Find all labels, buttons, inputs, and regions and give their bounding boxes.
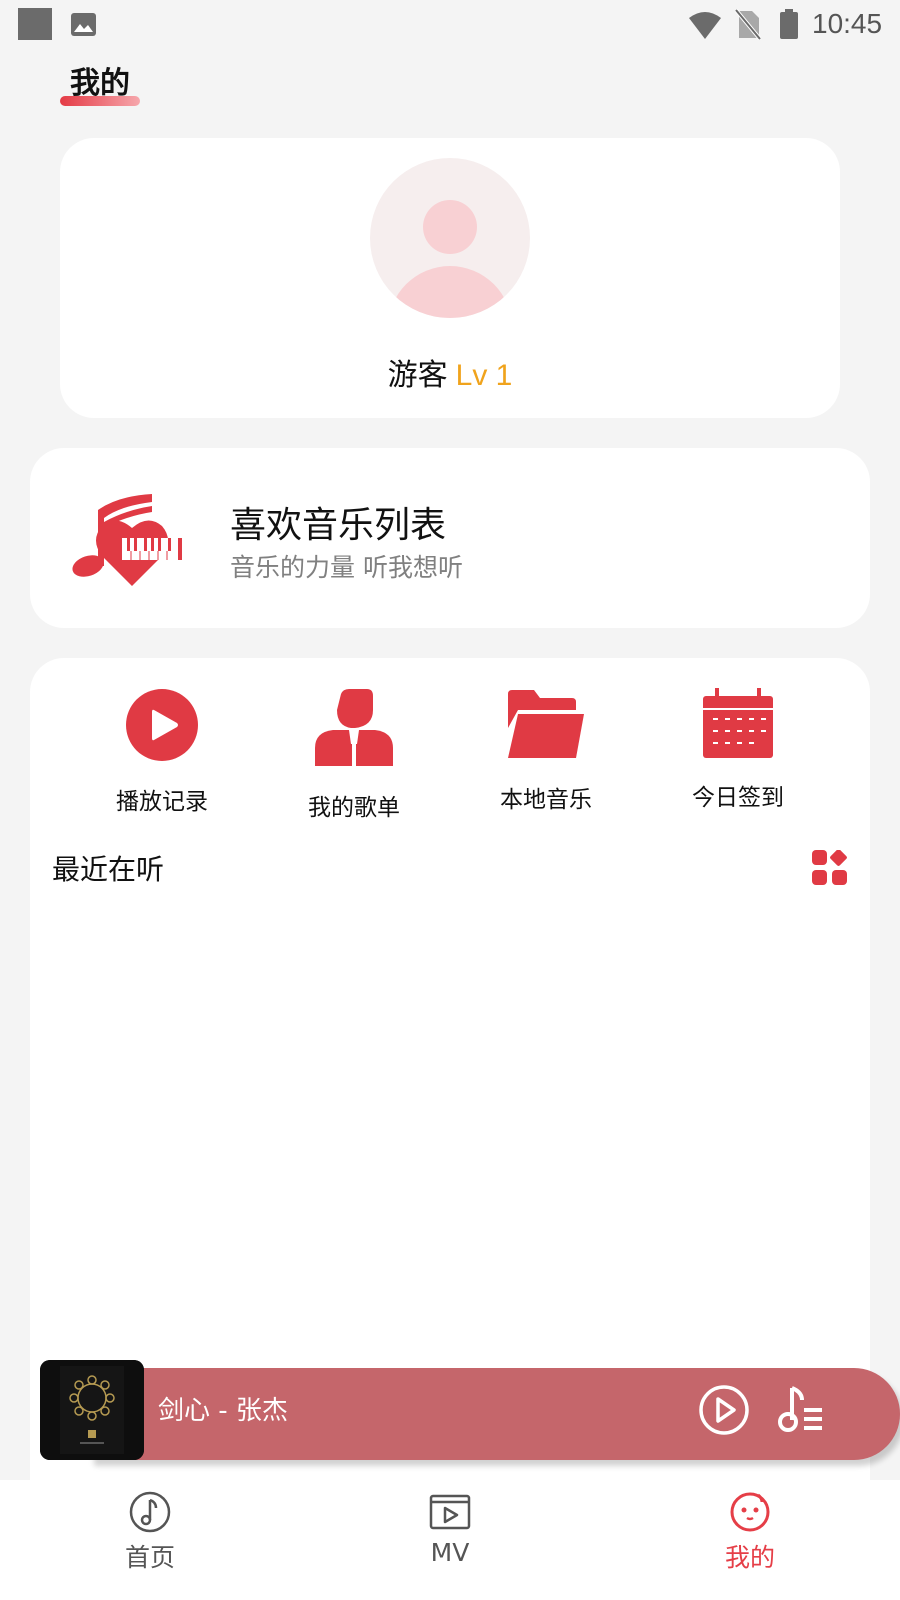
nav-label: 我的 (724, 1543, 775, 1572)
profile-card[interactable]: 游客 Lv 1 (60, 138, 840, 418)
battery-icon (780, 9, 798, 39)
play-circle-icon (126, 689, 198, 761)
play-button-icon[interactable] (698, 1384, 750, 1436)
mini-player[interactable]: 剑心 - 张杰 (40, 1360, 900, 1460)
grid-apps-icon[interactable] (812, 850, 848, 886)
nav-mine[interactable]: 我的 (670, 1490, 830, 1574)
status-time: 10:45 (812, 8, 883, 39)
nav-mv[interactable]: MV (370, 1490, 530, 1567)
song-title[interactable]: 剑心 - 张杰 (158, 1390, 288, 1427)
user-level: Lv 1 (455, 359, 513, 392)
favorites-card[interactable]: 喜欢音乐列表 音乐的力量 听我想听 (30, 448, 870, 628)
favorites-subtitle: 音乐的力量 听我想听 (230, 553, 463, 582)
my-playlists-button[interactable]: 我的歌单 (274, 688, 434, 822)
smiley-face-icon (730, 1492, 770, 1532)
recent-title: 最近在听 (52, 853, 165, 886)
user-playlist-icon (315, 689, 393, 766)
quick-label: 我的歌单 (308, 795, 400, 821)
avatar-head-shape (423, 200, 477, 254)
playlist-queue-icon[interactable] (778, 1384, 824, 1434)
album-cover[interactable] (40, 1360, 144, 1460)
nav-label: 首页 (124, 1543, 175, 1572)
heart-piano-icon (72, 494, 182, 586)
bottom-nav: 首页 MV 我的 (0, 1480, 900, 1600)
quick-label: 播放记录 (116, 789, 208, 815)
calendar-icon (703, 688, 773, 758)
nav-label: MV (430, 1538, 470, 1567)
no-sim-icon (735, 9, 761, 40)
tab-indicator (60, 96, 140, 106)
daily-checkin-button[interactable]: 今日签到 (658, 688, 818, 812)
status-bar: 10:45 (0, 0, 900, 50)
notification-square-icon (18, 8, 52, 40)
user-info: 游客 Lv 1 (60, 350, 840, 394)
play-history-button[interactable]: 播放记录 (82, 688, 242, 816)
folder-icon (508, 690, 584, 758)
video-play-icon (429, 1494, 471, 1530)
favorites-title: 喜欢音乐列表 (230, 505, 447, 546)
avatar-body-shape (388, 266, 512, 318)
quick-label: 今日签到 (692, 785, 784, 811)
image-icon (71, 13, 96, 36)
username: 游客 (387, 358, 448, 393)
mine-screen: 10:45 我的 游客 Lv 1 喜欢音乐列表 音乐的力量 听我想听 播放记录 … (0, 0, 900, 1600)
quick-label: 本地音乐 (500, 787, 592, 813)
music-disc-icon (129, 1491, 171, 1533)
local-music-button[interactable]: 本地音乐 (466, 688, 626, 814)
avatar[interactable] (370, 158, 530, 318)
nav-home[interactable]: 首页 (70, 1490, 230, 1574)
wifi-icon (689, 12, 721, 39)
